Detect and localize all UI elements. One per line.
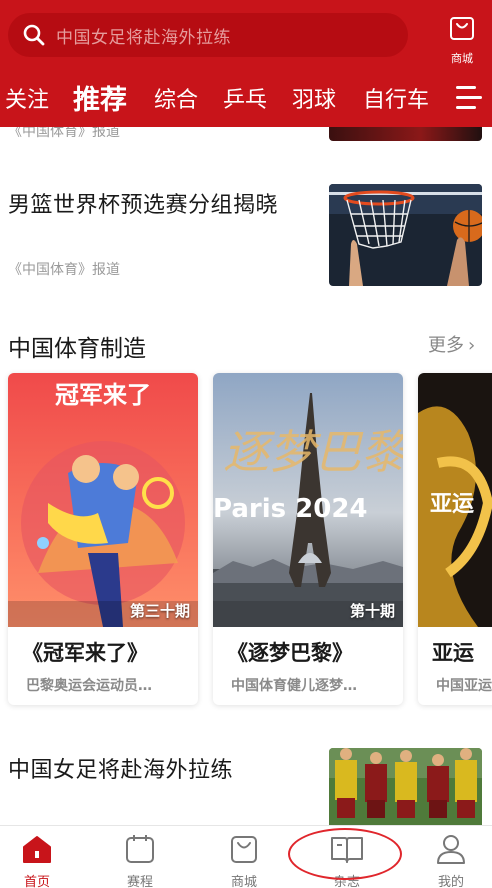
cover-title-text: 逐梦巴黎 <box>223 425 403 479</box>
magazine-title: 《冠军来了》 <box>22 641 148 665</box>
cover-title-text: 亚运 <box>430 492 474 517</box>
tab-follow[interactable]: 关注 <box>5 82 49 114</box>
issue-label: 第三十期 <box>129 602 190 620</box>
magazine-card[interactable]: 逐梦巴黎 Paris 2024 第十期 《逐梦巴黎》 中国体育健儿逐梦… <box>213 373 403 705</box>
cover-title-text: 冠军来了 <box>55 381 151 409</box>
user-icon <box>435 834 467 868</box>
home-icon <box>21 834 53 868</box>
mall-label: 商城 <box>451 52 473 65</box>
magazine-description: 中国亚运 <box>436 678 492 694</box>
previous-article-source: 《中国体育》报道 <box>8 127 120 140</box>
section-more-link[interactable]: 更多 › <box>428 331 475 357</box>
bag-icon <box>228 834 260 868</box>
nav-schedule-label: 赛程 <box>126 875 153 888</box>
nav-profile[interactable]: 我的 <box>421 834 481 888</box>
previous-article-thumbnail[interactable] <box>329 127 482 141</box>
article-thumbnail-women-football <box>329 748 482 825</box>
article-item[interactable]: 男篮世界杯预选赛分组揭晓 《中国体育》报道 <box>0 184 492 287</box>
tab-general[interactable]: 综合 <box>154 82 198 114</box>
search-placeholder: 中国女足将赴海外拉练 <box>56 27 231 48</box>
search-bar[interactable]: 中国女足将赴海外拉练 <box>8 13 408 57</box>
top-header: 中国女足将赴海外拉练 商城 关注 推荐 综合 乒乓 羽球 自行车 <box>0 0 492 127</box>
nav-home-label: 首页 <box>23 875 50 888</box>
magazine-cover: 冠军来了 第三十期 <box>8 373 198 627</box>
tab-badminton[interactable]: 羽球 <box>292 82 336 114</box>
highlight-annotation-ring <box>288 828 402 880</box>
nav-profile-label: 我的 <box>437 875 464 888</box>
magazine-card[interactable]: 冠军来了 第三十期 《冠军来了》 巴黎奥运会运动员… <box>8 373 198 705</box>
article-item[interactable]: 中国女足将赴海外拉练 <box>0 748 492 825</box>
nav-home[interactable]: 首页 <box>7 834 67 888</box>
article-title: 男篮世界杯预选赛分组揭晓 <box>8 193 279 218</box>
tab-cycling[interactable]: 自行车 <box>363 82 429 114</box>
cover-subtitle-text: Paris 2024 <box>213 494 368 524</box>
feed-content: 《中国体育》报道 男篮世界杯预选赛分组揭晓 《中国体育》报道 中国体育制造 更多… <box>0 127 492 825</box>
nav-mall-label: 商城 <box>230 875 257 888</box>
shopping-bag-icon <box>448 14 476 46</box>
menu-icon[interactable] <box>456 84 482 110</box>
app-screen: 中国女足将赴海外拉练 商城 关注 推荐 综合 乒乓 羽球 自行车 《中国体育》报… <box>0 0 492 888</box>
nav-mall[interactable]: 商城 <box>214 834 274 888</box>
magazine-cover: 亚运 <box>418 373 492 627</box>
issue-label: 第十期 <box>349 602 395 620</box>
chevron-right-icon: › <box>468 335 476 356</box>
tab-pingpong[interactable]: 乒乓 <box>223 82 267 114</box>
section-title: 中国体育制造 <box>8 336 146 362</box>
mall-button[interactable]: 商城 <box>444 14 480 65</box>
magazine-card[interactable]: 亚运 亚运 中国亚运 <box>418 373 492 705</box>
magazine-title: 《逐梦巴黎》 <box>227 641 353 665</box>
article-source: 《中国体育》报道 <box>8 262 120 278</box>
search-icon <box>22 23 46 47</box>
nav-schedule[interactable]: 赛程 <box>110 834 170 888</box>
magazine-description: 中国体育健儿逐梦… <box>231 678 357 694</box>
article-thumbnail-basketball <box>329 184 482 286</box>
article-title: 中国女足将赴海外拉练 <box>8 758 234 783</box>
category-tabs: 关注 推荐 综合 乒乓 羽球 自行车 <box>0 72 492 122</box>
magazine-title: 亚运 <box>432 641 474 665</box>
bottom-navigation: 首页 赛程 商城 杂志 我的 <box>0 825 492 888</box>
calendar-icon <box>124 834 156 868</box>
more-label: 更多 <box>428 335 464 356</box>
tab-recommend[interactable]: 推荐 <box>73 78 127 117</box>
magazine-description: 巴黎奥运会运动员… <box>26 678 152 694</box>
magazine-cover: 逐梦巴黎 Paris 2024 第十期 <box>213 373 403 627</box>
